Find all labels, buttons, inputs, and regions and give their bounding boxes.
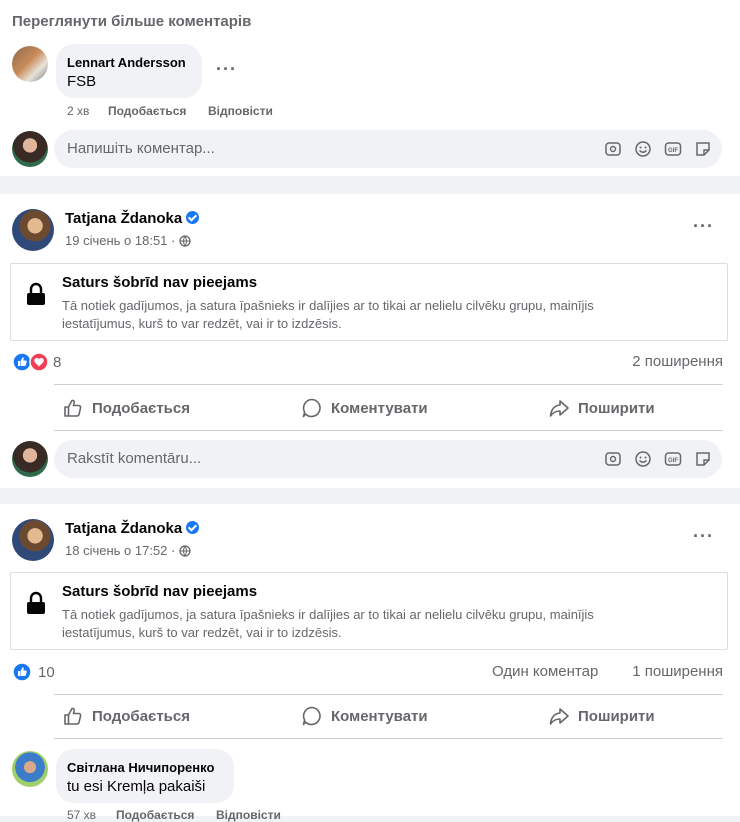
comment-composer[interactable]: Rakstīt komentāru... GIF — [54, 440, 722, 478]
like-reaction-icon — [12, 662, 32, 682]
current-user-avatar[interactable] — [12, 131, 48, 167]
reaction-count[interactable]: 8 — [53, 354, 61, 371]
post-author-name[interactable]: Tatjana Ždanoka — [65, 210, 182, 227]
comment-like-link[interactable]: Подобається — [116, 808, 194, 822]
comments-section-card: Переглянути більше коментарів Lennart An… — [0, 0, 740, 176]
post-card: Tatjana Ždanoka 18 січень о 17:52 · ··· … — [0, 504, 740, 822]
svg-text:GIF: GIF — [668, 148, 678, 154]
divider — [54, 384, 723, 385]
emoji-icon[interactable] — [634, 140, 652, 158]
reaction-count[interactable]: 10 — [38, 664, 55, 681]
post-author[interactable]: Tatjana Ždanoka — [65, 520, 200, 537]
comment-time[interactable]: 57 хв — [67, 808, 96, 822]
reactions-summary[interactable]: 10 — [12, 662, 55, 682]
comment-author[interactable]: Lennart Andersson — [67, 55, 186, 70]
globe-icon — [179, 235, 191, 247]
comment-time[interactable]: 2 хв — [67, 104, 89, 118]
like-button[interactable]: Подобається — [62, 397, 190, 419]
share-button[interactable]: Поширити — [548, 397, 655, 419]
verified-badge-icon — [186, 521, 200, 534]
shares-count[interactable]: 1 поширення — [632, 663, 723, 680]
post-date[interactable]: 19 січень о 18:51 · — [65, 233, 191, 248]
lock-icon — [27, 282, 45, 305]
more-options-icon[interactable]: ··· — [216, 59, 237, 80]
share-label[interactable]: Поширити — [578, 708, 655, 725]
comment-like-link[interactable]: Подобається — [108, 104, 186, 118]
comment-input[interactable]: Rakstīt komentāru... — [67, 450, 201, 467]
unavailable-description: Tā notiek gadījumos, ja satura īpašnieks… — [62, 298, 594, 331]
unavailable-title: Saturs šobrīd nav pieejams — [62, 583, 258, 600]
emoji-icon[interactable] — [634, 450, 652, 468]
post-card: Tatjana Ždanoka 19 січень о 18:51 · ··· … — [0, 194, 740, 488]
love-reaction-icon — [29, 352, 49, 372]
thumbs-up-icon — [64, 707, 82, 725]
post-more-icon[interactable]: ··· — [693, 216, 714, 237]
divider — [54, 738, 723, 739]
comment-bubble: Світлана Ничипоренко tu esi Kremļa pakai… — [56, 749, 234, 803]
comment-label[interactable]: Коментувати — [331, 708, 428, 725]
gif-icon[interactable]: GIF — [664, 450, 682, 468]
like-button[interactable]: Подобається — [62, 705, 190, 727]
like-label[interactable]: Подобається — [92, 400, 190, 417]
view-more-comments-link[interactable]: Переглянути більше коментарів — [12, 13, 251, 30]
share-label[interactable]: Поширити — [578, 400, 655, 417]
unavailable-description: Tā notiek gadījumos, ja satura īpašnieks… — [62, 607, 594, 640]
avatar-sticker-icon[interactable] — [604, 450, 622, 468]
comment-text: tu esi Kremļa pakaiši — [67, 778, 206, 795]
comment-icon — [302, 398, 321, 418]
comment-text: FSB — [67, 73, 97, 90]
comment-reply-link[interactable]: Відповісти — [208, 104, 273, 118]
shares-count[interactable]: 2 поширення — [632, 353, 723, 370]
divider — [54, 430, 723, 431]
globe-icon — [179, 545, 191, 557]
post-date-text[interactable]: 19 січень о 18:51 · — [65, 233, 175, 248]
author-avatar[interactable] — [12, 209, 54, 251]
post-more-icon[interactable]: ··· — [693, 526, 714, 547]
avatar-sticker-icon[interactable] — [604, 140, 622, 158]
comment-icon — [302, 706, 321, 726]
current-user-avatar[interactable] — [12, 441, 48, 477]
sticker-icon[interactable] — [694, 450, 712, 468]
post-author[interactable]: Tatjana Ždanoka — [65, 210, 200, 227]
comment-label[interactable]: Коментувати — [331, 400, 428, 417]
sticker-icon[interactable] — [694, 140, 712, 158]
post-date-text[interactable]: 18 січень о 17:52 · — [65, 543, 175, 558]
comments-count[interactable]: Один коментар — [492, 663, 598, 680]
verified-badge-icon — [186, 211, 200, 224]
share-button[interactable]: Поширити — [548, 705, 655, 727]
reactions-summary[interactable]: 8 — [12, 352, 61, 372]
comment-input[interactable]: Напишіть коментар... — [67, 140, 215, 157]
unavailable-title: Saturs šobrīd nav pieejams — [62, 274, 258, 291]
svg-text:GIF: GIF — [668, 458, 678, 464]
comment-composer[interactable]: Напишіть коментар... GIF — [54, 130, 722, 168]
gif-icon[interactable]: GIF — [664, 140, 682, 158]
unavailable-content-box: Saturs šobrīd nav pieejams Tā notiek gad… — [10, 572, 728, 650]
share-icon — [549, 708, 569, 725]
share-icon — [549, 400, 569, 417]
comment-button[interactable]: Коментувати — [301, 397, 428, 419]
comment-button[interactable]: Коментувати — [301, 705, 428, 727]
post-author-name[interactable]: Tatjana Ždanoka — [65, 520, 182, 537]
unavailable-content-box: Saturs šobrīd nav pieejams Tā notiek gad… — [10, 263, 728, 341]
comment-reply-link[interactable]: Відповісти — [216, 808, 281, 822]
thumbs-up-icon — [64, 399, 82, 417]
comment-author[interactable]: Світлана Ничипоренко — [67, 760, 214, 775]
avatar[interactable] — [12, 751, 48, 787]
comment-bubble: Lennart Andersson FSB — [56, 44, 202, 98]
author-avatar[interactable] — [12, 519, 54, 561]
lock-icon — [27, 591, 45, 614]
divider — [54, 694, 723, 695]
post-date[interactable]: 18 січень о 17:52 · — [65, 543, 191, 558]
avatar[interactable] — [12, 46, 48, 82]
like-label[interactable]: Подобається — [92, 708, 190, 725]
